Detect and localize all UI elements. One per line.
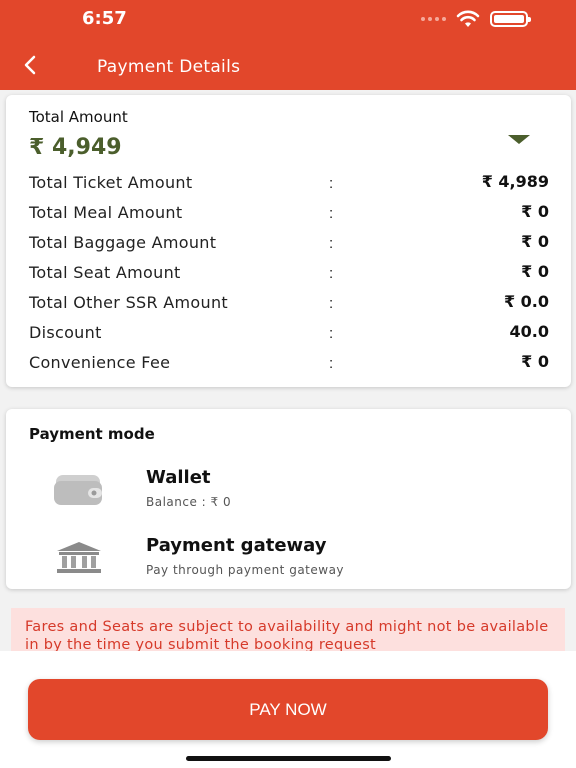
wallet-icon bbox=[51, 469, 107, 509]
amount-row: Total Ticket Amount : ₹ 4,989 bbox=[29, 168, 549, 198]
wallet-balance: Balance : ₹ 0 bbox=[146, 495, 232, 509]
back-button[interactable] bbox=[16, 50, 44, 80]
status-icons bbox=[421, 10, 531, 28]
pay-now-button[interactable]: PAY NOW bbox=[28, 679, 548, 740]
caret-down-icon[interactable] bbox=[508, 135, 530, 145]
row-value: 40.0 bbox=[509, 322, 549, 341]
chevron-left-icon bbox=[24, 55, 36, 75]
row-value: ₹ 0 bbox=[521, 352, 549, 371]
bottom-bar: PAY NOW bbox=[0, 651, 576, 768]
wifi-icon bbox=[456, 10, 480, 27]
payment-mode-title: Payment mode bbox=[29, 425, 155, 443]
amount-breakdown: Total Ticket Amount : ₹ 4,989 Total Meal… bbox=[29, 168, 549, 378]
nav-bar: Payment Details bbox=[0, 44, 576, 88]
amount-row: Total Seat Amount : ₹ 0 bbox=[29, 258, 549, 288]
amount-row: Total Other SSR Amount : ₹ 0.0 bbox=[29, 288, 549, 318]
notice-text: Fares and Seats are subject to availabil… bbox=[25, 619, 549, 651]
row-separator: : bbox=[329, 295, 334, 312]
amount-row: Discount : 40.0 bbox=[29, 318, 549, 348]
row-value: ₹ 0 bbox=[521, 202, 549, 221]
row-separator: : bbox=[329, 235, 334, 252]
row-label: Total Baggage Amount bbox=[29, 233, 217, 252]
row-label: Total Meal Amount bbox=[29, 203, 183, 222]
gateway-label: Payment gateway bbox=[146, 535, 327, 556]
app-header: 6:57 Payment Details bbox=[0, 0, 576, 90]
amount-row: Convenience Fee : ₹ 0 bbox=[29, 348, 549, 378]
payment-mode-card: Payment mode Wallet Balance : ₹ 0 Paymen… bbox=[6, 409, 571, 589]
gateway-description: Pay through payment gateway bbox=[146, 563, 345, 577]
row-value: ₹ 0 bbox=[521, 262, 549, 281]
amount-summary-card: Total Amount ₹ 4,949 Total Ticket Amount… bbox=[6, 95, 571, 387]
row-value: ₹ 0 bbox=[521, 232, 549, 251]
signal-icon bbox=[421, 17, 446, 21]
total-amount-label: Total Amount bbox=[29, 108, 128, 126]
battery-icon bbox=[490, 11, 531, 27]
row-label: Discount bbox=[29, 323, 102, 342]
availability-notice: Fares and Seats are subject to availabil… bbox=[11, 608, 565, 651]
page-title: Payment Details bbox=[97, 57, 241, 77]
row-label: Total Seat Amount bbox=[29, 263, 181, 282]
row-separator: : bbox=[329, 175, 334, 192]
total-amount-value: ₹ 4,949 bbox=[29, 135, 122, 160]
amount-row: Total Meal Amount : ₹ 0 bbox=[29, 198, 549, 228]
row-label: Total Ticket Amount bbox=[29, 173, 193, 192]
row-label: Convenience Fee bbox=[29, 353, 171, 372]
status-time: 6:57 bbox=[82, 8, 127, 29]
payment-option-wallet[interactable]: Wallet Balance : ₹ 0 bbox=[6, 461, 571, 519]
row-value: ₹ 0.0 bbox=[503, 292, 549, 311]
home-indicator bbox=[186, 756, 391, 761]
row-label: Total Other SSR Amount bbox=[29, 293, 228, 312]
row-separator: : bbox=[329, 325, 334, 342]
row-separator: : bbox=[329, 205, 334, 222]
payment-option-gateway[interactable]: Payment gateway Pay through payment gate… bbox=[6, 529, 571, 587]
row-value: ₹ 4,989 bbox=[481, 172, 549, 191]
row-separator: : bbox=[329, 265, 334, 282]
status-bar: 6:57 bbox=[0, 0, 576, 36]
amount-row: Total Baggage Amount : ₹ 0 bbox=[29, 228, 549, 258]
wallet-label: Wallet bbox=[146, 467, 211, 488]
bank-icon bbox=[51, 537, 107, 577]
row-separator: : bbox=[329, 355, 334, 372]
